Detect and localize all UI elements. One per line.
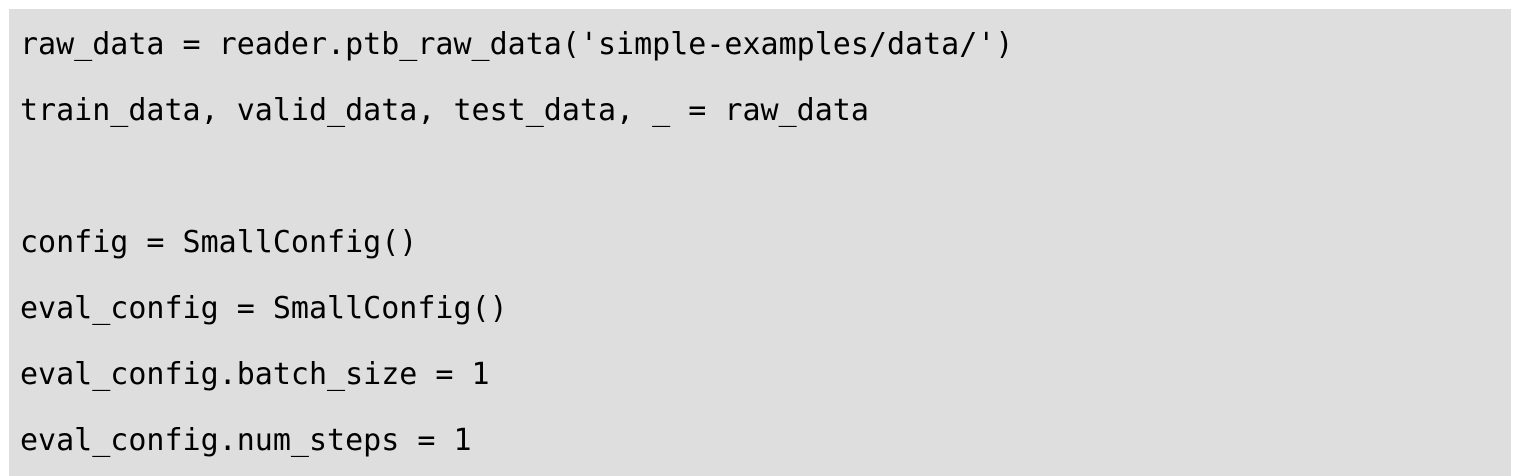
code-line-2: train_data, valid_data, test_data, _ = r…	[20, 93, 869, 128]
code-line-6: eval_config.batch_size = 1	[20, 357, 490, 392]
code-line-7: eval_config.num_steps = 1	[20, 423, 472, 458]
code-block: raw_data = reader.ptb_raw_data('simple-e…	[9, 9, 1511, 476]
code-line-5: eval_config = SmallConfig()	[20, 291, 508, 326]
code-line-1: raw_data = reader.ptb_raw_data('simple-e…	[20, 27, 1014, 62]
code-line-4: config = SmallConfig()	[20, 225, 418, 260]
